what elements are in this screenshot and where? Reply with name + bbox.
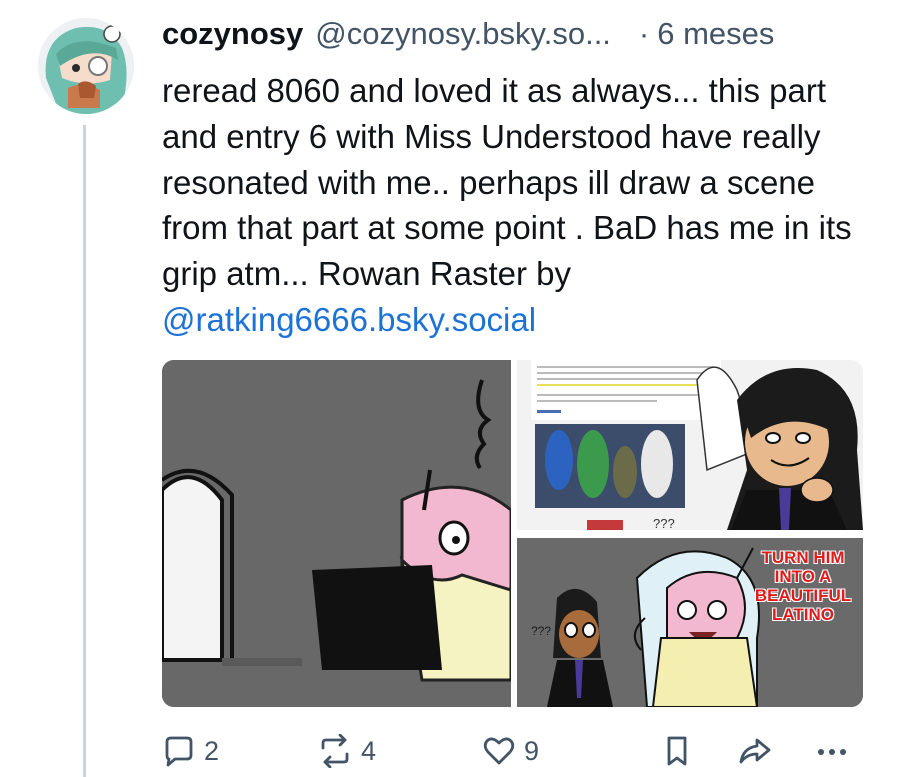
post-text: reread 8060 and loved it as always... th… <box>162 68 882 343</box>
mention-link[interactable]: @ratking6666.bsky.social <box>162 301 536 338</box>
repost-count: 4 <box>361 735 377 766</box>
like-button[interactable]: 9 <box>482 728 539 774</box>
author-handle[interactable]: @cozynosy.bsky.so... <box>315 16 611 52</box>
share-icon <box>739 738 771 764</box>
image-caption: TURN HIM INTO A BEAUTIFUL LATINO <box>754 548 852 624</box>
more-options-button[interactable] <box>814 728 850 774</box>
avatar-image <box>38 18 134 114</box>
author-avatar[interactable] <box>38 18 134 114</box>
bottom-right-question: ??? <box>531 624 552 638</box>
bookmark-icon <box>667 736 687 766</box>
post-images: ??? ??? TURN HIM INTO A BEAUTIFUL LATINO <box>162 360 863 707</box>
bookmark-button[interactable] <box>662 728 692 774</box>
thread-line <box>83 125 86 777</box>
reply-button[interactable]: 2 <box>162 728 219 774</box>
header-separator: · <box>638 16 650 51</box>
like-count: 9 <box>524 735 540 766</box>
image-top-right-art <box>517 360 863 530</box>
reply-count: 2 <box>204 735 220 766</box>
top-right-question: ??? <box>653 516 675 530</box>
post-timestamp[interactable]: 6 meses <box>657 16 774 52</box>
post-body: reread 8060 and loved it as always... th… <box>162 72 852 293</box>
image-top-right[interactable]: ??? <box>517 360 863 530</box>
heart-icon <box>483 737 515 765</box>
more-dots-icon <box>818 749 846 755</box>
reply-icon <box>165 736 193 767</box>
post-header: cozynosy @cozynosy.bsky.so... · 6 meses <box>162 16 882 62</box>
author-display-name[interactable]: cozynosy <box>162 16 303 52</box>
share-button[interactable] <box>737 728 773 774</box>
image-bottom-right[interactable]: ??? TURN HIM INTO A BEAUTIFUL LATINO <box>517 538 863 707</box>
post-actions: 2 4 9 <box>162 728 882 774</box>
image-left-art <box>162 360 511 707</box>
repost-button[interactable]: 4 <box>317 728 376 774</box>
image-left[interactable] <box>162 360 511 707</box>
repost-icon <box>321 734 349 768</box>
